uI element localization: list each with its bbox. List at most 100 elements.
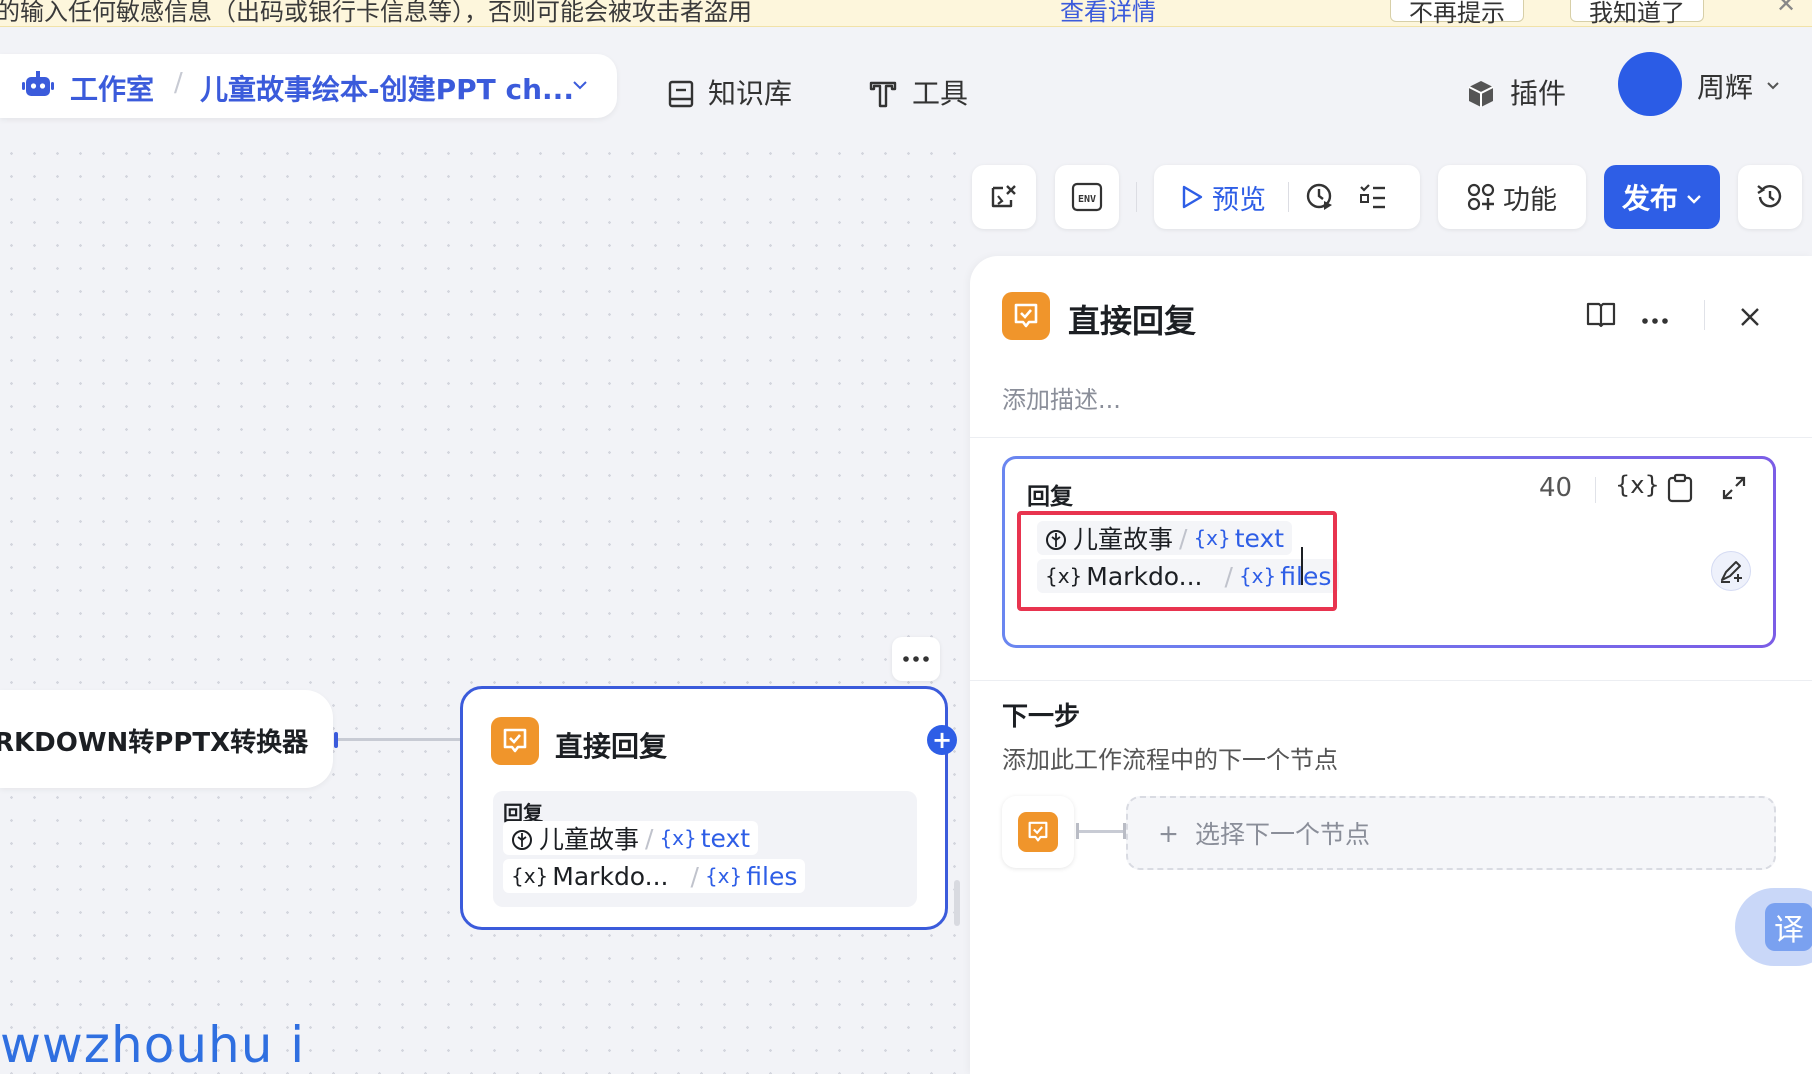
preview-group: 预览 <box>1154 165 1420 229</box>
notice-close-icon[interactable]: ✕ <box>1776 0 1796 18</box>
chip-variable: text <box>700 823 751 853</box>
insert-variable-icon[interactable]: {x} <box>1615 471 1660 499</box>
nav-knowledge-base-label: 知识库 <box>708 77 793 110</box>
nav-knowledge-base[interactable]: 知识库 <box>668 72 792 112</box>
bot-icon <box>22 70 54 100</box>
edge-connector <box>1076 830 1126 833</box>
nav-plugins[interactable]: 插件 <box>1466 72 1566 112</box>
chip-separator: / <box>690 861 699 891</box>
functions-label: 功能 <box>1503 184 1557 216</box>
chip-separator: / <box>645 823 654 853</box>
more-options-icon[interactable] <box>1642 310 1668 329</box>
toolbar-divider <box>1288 182 1289 212</box>
variable-check-icon <box>989 182 1019 212</box>
chevron-down-icon <box>1686 181 1702 214</box>
chevron-down-icon[interactable] <box>1766 76 1780 95</box>
expand-icon[interactable] <box>1721 475 1747 501</box>
got-it-button[interactable]: 我知道了 <box>1570 0 1704 26</box>
next-step-title: 下一步 <box>1002 702 1081 732</box>
variable-chip: 儿童故事 / {x} text <box>503 821 759 855</box>
functions-button[interactable]: 功能 <box>1438 165 1586 229</box>
next-step-desc: 添加此工作流程中的下一个节点 <box>1002 746 1338 774</box>
variable-icon: {x} <box>704 864 743 888</box>
node-title: RKDOWN转PPTX转换器 <box>0 728 309 758</box>
workflow-canvas[interactable] <box>0 142 972 1074</box>
workflow-icon <box>511 824 533 853</box>
history-icon <box>1755 182 1785 212</box>
env-button[interactable]: ENV <box>1055 165 1119 229</box>
toolbar-divider <box>1595 477 1596 503</box>
variable-icon: {x} <box>659 826 697 850</box>
node-body: 回复 儿童故事 / {x} text {x} Markdo... / {x} f… <box>493 791 917 907</box>
no-remind-button[interactable]: 不再提示 <box>1390 0 1524 26</box>
user-name[interactable]: 周辉 <box>1697 66 1753 106</box>
panel-divider <box>1704 300 1705 330</box>
studio-link[interactable]: 工作室 <box>70 68 154 108</box>
edge-connector <box>338 738 462 741</box>
char-count: 40 <box>1539 473 1573 503</box>
more-options-icon[interactable] <box>892 637 940 681</box>
markdown-to-pptx-node[interactable]: RKDOWN转PPTX转换器 <box>0 690 333 788</box>
checklist-icon[interactable] <box>1359 183 1387 211</box>
notice-text: 的输入任何敏感信息（出码或银行卡信息等），否则可能会被攻击者盗用 <box>0 0 752 26</box>
breadcrumb-separator: / <box>174 68 183 98</box>
version-history-button[interactable] <box>1738 165 1802 229</box>
plus-icon: + <box>1158 818 1179 848</box>
select-next-node-label: 选择下一个节点 <box>1194 820 1370 849</box>
env-text: ENV <box>1078 194 1096 205</box>
chip-source: Markdo... <box>552 861 669 891</box>
nav-tools-label: 工具 <box>912 77 969 110</box>
chip-source: 儿童故事 <box>539 825 640 854</box>
preview-label: 预览 <box>1212 184 1266 216</box>
avatar[interactable] <box>1618 52 1682 116</box>
publish-button[interactable]: 发布 <box>1604 165 1720 229</box>
ai-write-button[interactable] <box>1711 551 1751 591</box>
chip-variable: files <box>746 861 798 891</box>
breadcrumb: 工作室 / 儿童故事绘本-创建PPT ch... <box>0 54 617 118</box>
notice-details-link[interactable]: 查看详情 <box>1060 0 1156 26</box>
test-variables-button[interactable] <box>972 165 1036 229</box>
panel-title[interactable]: 直接回复 <box>1068 296 1196 342</box>
cube-icon <box>1466 76 1496 109</box>
features-icon <box>1467 183 1495 211</box>
chevron-down-icon[interactable] <box>572 76 588 95</box>
nav-tools[interactable]: 工具 <box>868 72 968 112</box>
current-node-thumb <box>1002 796 1074 868</box>
node-config-panel: 直接回复 添加描述... 回复 40 {x} 儿童故事 / {x} text {… <box>970 256 1812 1074</box>
notice-bar: 的输入任何敏感信息（出码或银行卡信息等），否则可能会被攻击者盗用 查看详情 不再… <box>0 0 1812 27</box>
highlight-box <box>1017 511 1337 611</box>
reply-node-icon <box>1018 812 1058 852</box>
reply-editor[interactable]: 回复 40 {x} 儿童故事 / {x} text {x} Markdo... … <box>1002 456 1776 648</box>
close-icon[interactable] <box>1740 306 1760 327</box>
play-icon <box>1180 184 1204 210</box>
reply-node-icon <box>1002 292 1050 340</box>
pen-sparkle-icon <box>1718 558 1744 584</box>
direct-reply-node[interactable]: 直接回复 回复 儿童故事 / {x} text {x} Markdo... / … <box>460 686 948 930</box>
clipboard-icon[interactable] <box>1667 473 1693 503</box>
project-name[interactable]: 儿童故事绘本-创建PPT ch... <box>200 68 574 108</box>
reply-node-icon <box>491 717 539 765</box>
book-icon <box>668 76 694 109</box>
variable-chip: {x} Markdo... / {x} files <box>503 859 806 893</box>
divider <box>970 437 1812 438</box>
scrollbar[interactable] <box>954 880 960 926</box>
env-icon: ENV <box>1071 182 1103 212</box>
reply-label: 回复 <box>1027 484 1073 510</box>
translate-icon: 译 <box>1765 903 1812 951</box>
select-next-node-button[interactable]: + 选择下一个节点 <box>1126 796 1776 870</box>
run-history-icon[interactable] <box>1305 182 1335 212</box>
divider <box>970 680 1812 681</box>
add-node-port[interactable]: + <box>927 725 957 755</box>
docs-icon[interactable] <box>1586 300 1616 328</box>
publish-label: 发布 <box>1621 182 1678 215</box>
toolbar-divider <box>1136 182 1137 212</box>
node-title: 直接回复 <box>555 730 668 763</box>
watermark: wwzhouhu i <box>0 1016 306 1074</box>
preview-button[interactable]: 预览 <box>1180 178 1266 217</box>
top-nav: 工作室 / 儿童故事绘本-创建PPT ch... 知识库 工具 插件 <box>0 27 1812 142</box>
variable-icon: {x} <box>511 864 549 888</box>
translate-button[interactable]: 译 <box>1735 888 1812 966</box>
description-input[interactable]: 添加描述... <box>1002 380 1121 415</box>
nav-plugins-label: 插件 <box>1510 77 1567 110</box>
edge-cap <box>1076 823 1079 839</box>
